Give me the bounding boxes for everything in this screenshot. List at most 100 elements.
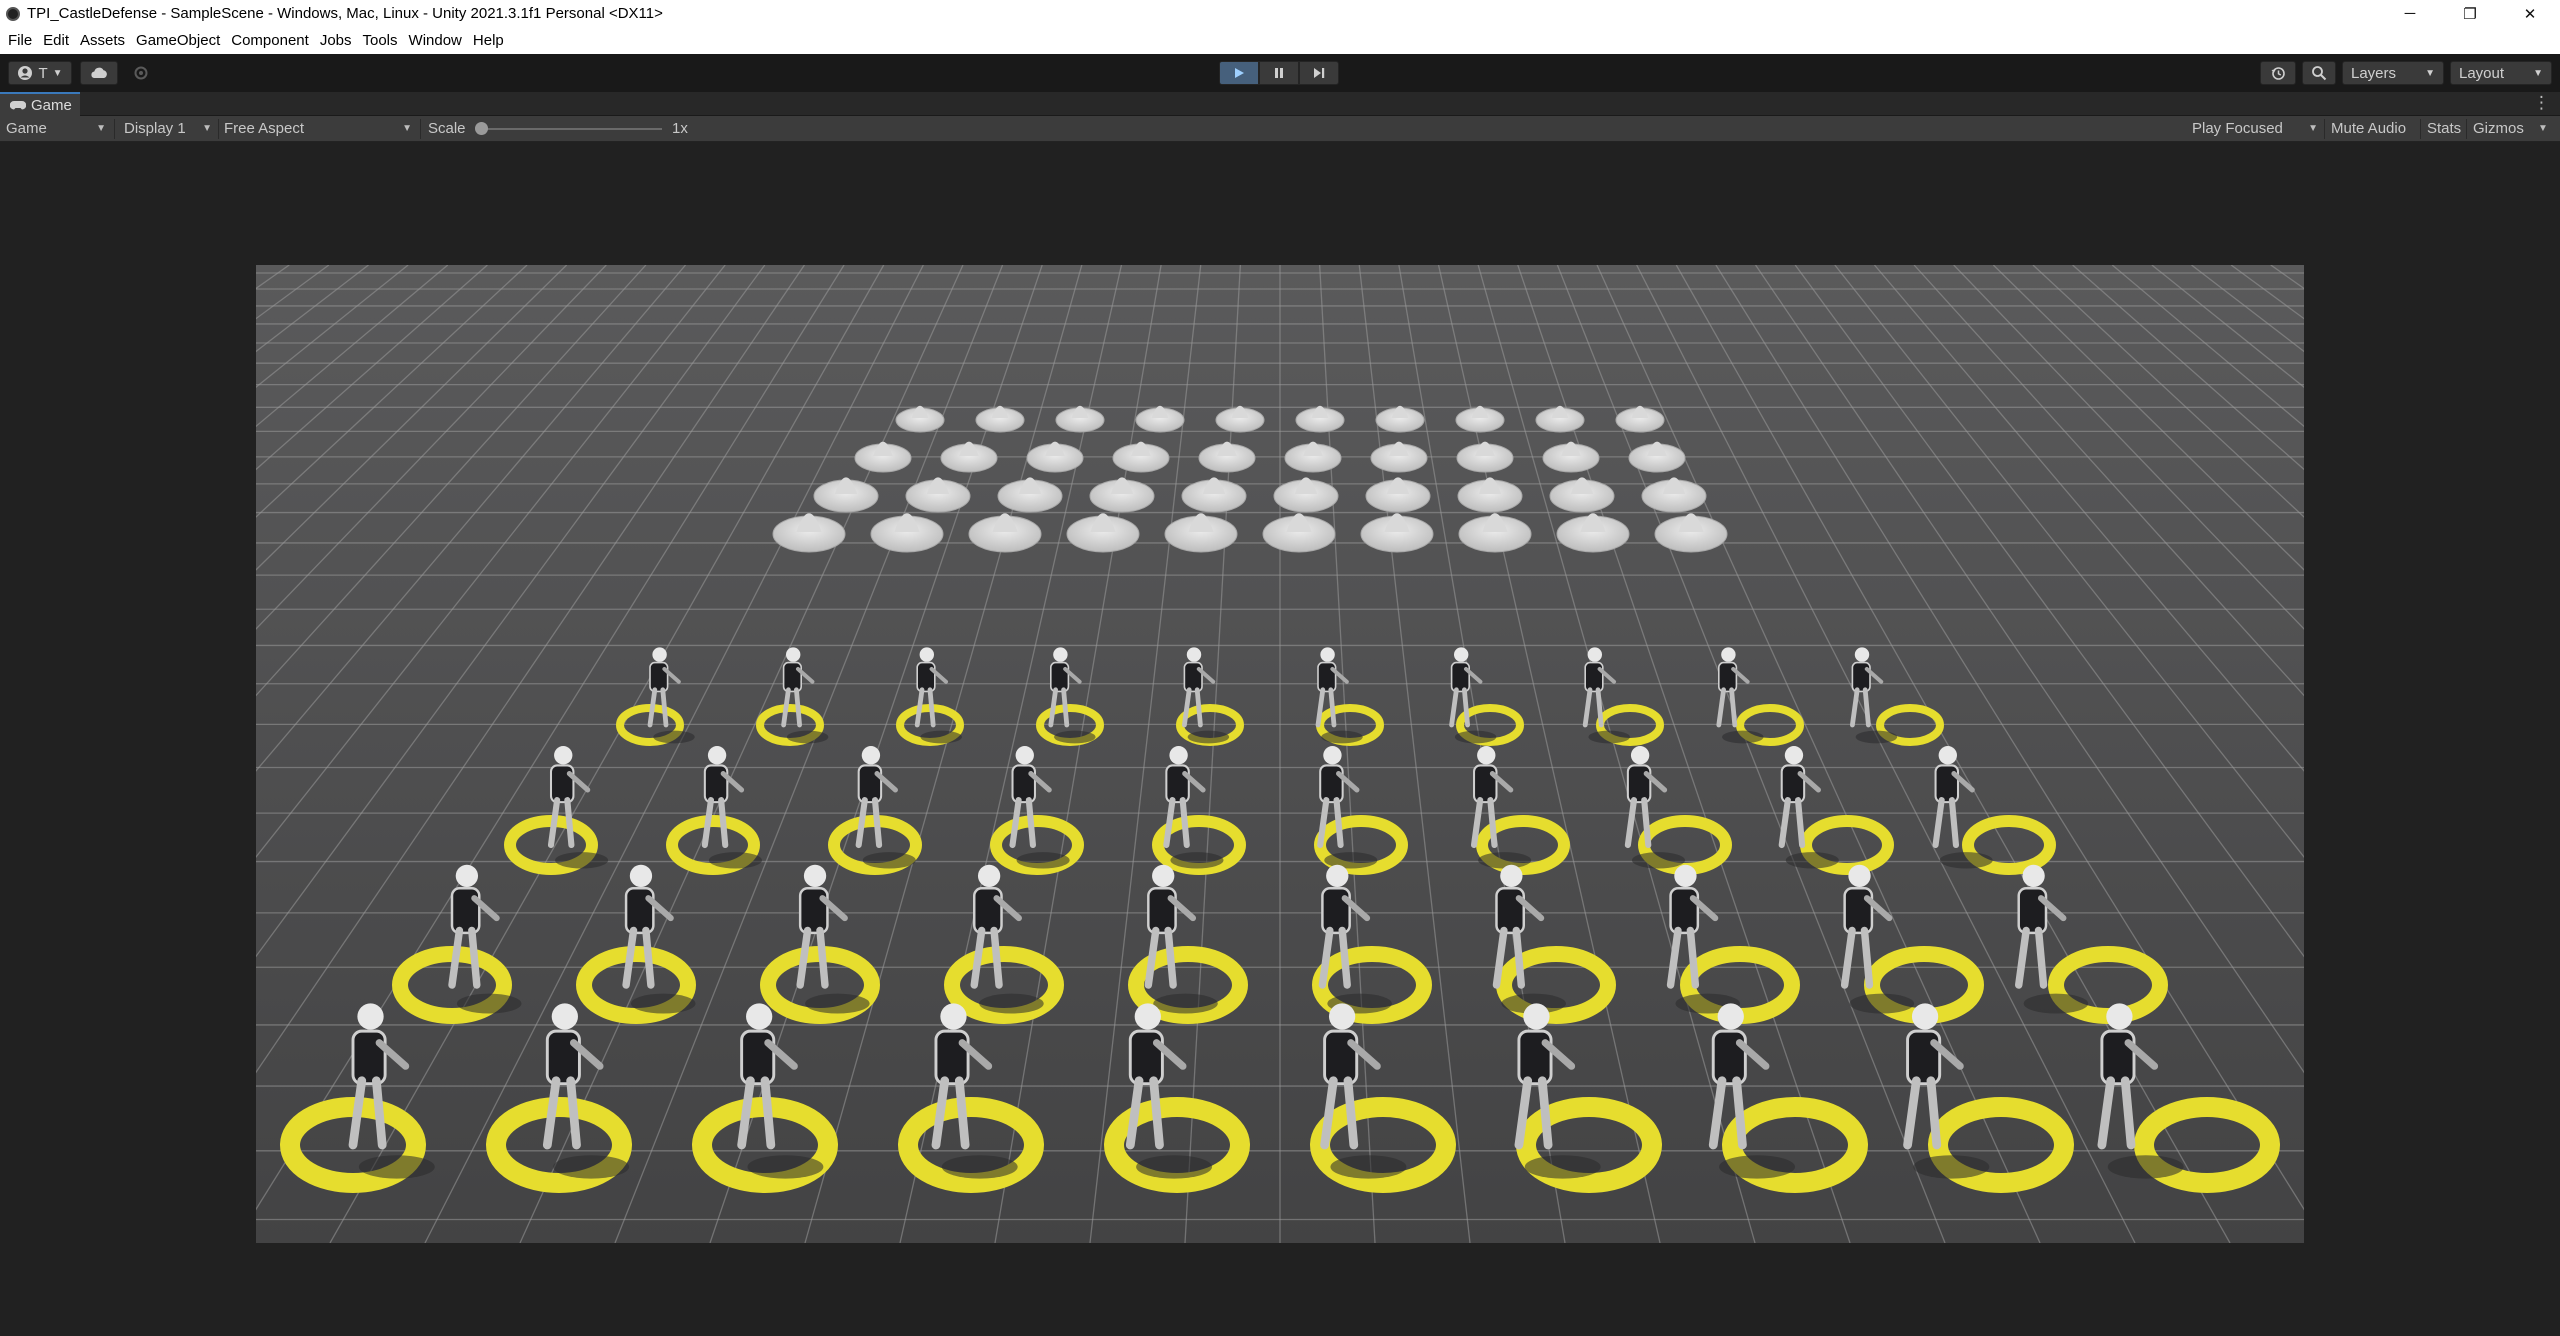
soldier-torso <box>1321 887 1351 935</box>
soldier-torso <box>1319 764 1344 804</box>
soldier-shadow <box>456 993 522 1014</box>
account-button[interactable]: T ▼ <box>8 61 72 85</box>
layers-label: Layers <box>2351 64 2397 82</box>
soldier-torso <box>782 661 802 693</box>
layout-dropdown[interactable]: Layout ▼ <box>2450 61 2552 85</box>
soldier-leg <box>1794 797 1806 849</box>
soldier-helmet <box>652 647 667 662</box>
soldier-shadow <box>1016 852 1070 869</box>
search-button[interactable] <box>2302 61 2336 85</box>
soldier-helmet <box>1169 746 1188 765</box>
soldier-shadow <box>553 1155 630 1179</box>
menu-jobs[interactable]: Jobs <box>315 32 358 49</box>
soldier-torso <box>1843 887 1874 935</box>
soldier-torso <box>1780 764 1806 804</box>
pause-button[interactable] <box>1259 61 1299 85</box>
soldier-helmet <box>1721 647 1736 662</box>
undo-history-button[interactable] <box>2260 61 2296 85</box>
soldier-torso <box>1128 1029 1164 1086</box>
menu-gameobject[interactable]: GameObject <box>131 32 226 49</box>
play-mode-dropdown[interactable]: Play Focused ▼ <box>2192 116 2322 141</box>
soldier-shadow <box>1722 730 1764 744</box>
soldier-helmet <box>1015 746 1034 765</box>
gizmos-toggle[interactable]: Gizmos <box>2473 116 2524 141</box>
step-button[interactable] <box>1299 61 1339 85</box>
soldier-helmet <box>551 1003 578 1030</box>
soldier-helmet <box>554 746 573 765</box>
menu-tools[interactable]: Tools <box>358 32 404 49</box>
soldier-helmet <box>1523 1003 1550 1030</box>
soldier-torso <box>1317 661 1337 693</box>
menu-window[interactable]: Window <box>404 32 468 49</box>
soldier-torso <box>1906 1029 1942 1086</box>
soldier-shadow <box>786 730 829 744</box>
soldier-leg <box>1926 1076 1942 1150</box>
soldier-leg <box>1149 1076 1164 1150</box>
game-render-view[interactable] <box>256 265 2304 1243</box>
soldier-torso <box>1711 1029 1747 1086</box>
scale-slider-handle[interactable] <box>475 122 488 135</box>
menu-edit[interactable]: Edit <box>38 32 75 49</box>
menu-component[interactable]: Component <box>226 32 315 49</box>
soldier-helmet <box>1674 864 1697 888</box>
soldier-leg <box>1729 687 1738 728</box>
soldier-leg <box>1732 1076 1747 1150</box>
soldier-helmet <box>1938 746 1957 765</box>
soldier-helmet <box>1477 746 1496 765</box>
soldier-torso <box>1323 1029 1359 1086</box>
play-button[interactable] <box>1219 61 1259 85</box>
soldier-shadow <box>1187 730 1230 744</box>
soldier-shadow <box>1855 730 1898 744</box>
soldier-torso <box>857 764 883 804</box>
gizmos-dropdown[interactable]: ▼ <box>2538 116 2548 141</box>
stats-toggle[interactable]: Stats <box>2427 116 2461 141</box>
soldier-leg <box>954 1076 970 1150</box>
close-button[interactable]: ✕ <box>2500 0 2560 27</box>
soldier-helmet <box>707 746 727 765</box>
display-dropdown[interactable]: Display 1 ▼ <box>124 116 216 141</box>
account-label: T <box>38 64 48 82</box>
tab-game-label: Game <box>31 96 72 114</box>
soldier-helmet <box>977 864 1001 888</box>
soldier-helmet <box>2106 1003 2133 1030</box>
account-icon <box>18 66 33 80</box>
soldier-helmet <box>1630 746 1650 765</box>
collab-icon[interactable] <box>124 61 158 85</box>
soldier-shadow <box>1478 852 1532 869</box>
soldier-leg <box>1328 687 1337 728</box>
soldier-helmet <box>1053 647 1068 662</box>
cloud-button[interactable] <box>80 61 118 85</box>
soldier-leg <box>1164 926 1177 989</box>
soldier-leg <box>642 926 655 989</box>
soldier-shadow <box>1330 1155 1407 1179</box>
soldier-torso <box>934 1029 970 1086</box>
minimize-button[interactable]: ─ <box>2380 0 2440 27</box>
tab-strip: Game ⋮ <box>0 92 2560 116</box>
more-options-icon[interactable]: ⋮ <box>2533 93 2550 113</box>
soldier-helmet <box>1134 1003 1161 1030</box>
restore-button[interactable]: ❐ <box>2440 0 2500 27</box>
scale-label: Scale <box>428 120 466 137</box>
tab-game[interactable]: Game <box>0 92 80 116</box>
soldier-shadow <box>1153 993 1218 1014</box>
menu-help[interactable]: Help <box>468 32 510 49</box>
soldier-leg <box>1061 687 1070 728</box>
soldier-leg <box>927 687 936 728</box>
aspect-dropdown[interactable]: Free Aspect ▼ <box>224 116 416 141</box>
soldier-leg <box>794 687 802 728</box>
soldier-helmet <box>629 864 653 888</box>
soldier-shadow <box>631 993 696 1014</box>
mute-audio-toggle[interactable]: Mute Audio <box>2331 116 2406 141</box>
soldier-helmet <box>1326 864 1349 888</box>
separator <box>2420 119 2421 139</box>
layers-dropdown[interactable]: Layers ▼ <box>2342 61 2444 85</box>
soldier-leg <box>1641 797 1652 849</box>
soldier-torso <box>972 887 1003 935</box>
soldier-shadow <box>708 852 762 869</box>
scale-slider-track[interactable] <box>480 128 662 130</box>
soldier-leg <box>718 797 729 849</box>
separator <box>2466 119 2467 139</box>
view-mode-dropdown[interactable]: Game ▼ <box>6 116 110 141</box>
menu-file[interactable]: File <box>3 32 38 49</box>
menu-assets[interactable]: Assets <box>75 32 131 49</box>
